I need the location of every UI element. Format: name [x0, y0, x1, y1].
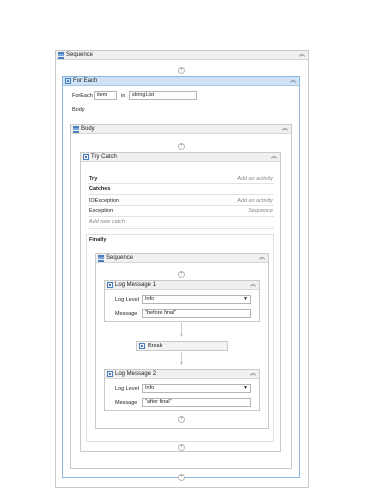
- collapse-icon[interactable]: ︽: [250, 282, 256, 289]
- body-label: Body: [72, 107, 85, 113]
- divider: [88, 216, 274, 217]
- log-level-label: Log Level: [115, 386, 139, 392]
- try-drop-hint[interactable]: Add an activity: [215, 176, 273, 182]
- message-label: Message: [115, 400, 138, 406]
- finally-sequence-title: Sequence: [106, 255, 134, 261]
- log-level-label: Log Level: [115, 297, 139, 303]
- finally-label: Finally: [89, 237, 107, 243]
- try-label: Try: [89, 176, 98, 182]
- item-variable-input[interactable]: item: [94, 91, 117, 100]
- in-label: in: [121, 93, 126, 99]
- add-activity-plus-icon[interactable]: +: [178, 143, 185, 150]
- divider: [88, 183, 274, 184]
- sequence-icon: [58, 51, 64, 59]
- log-level-value: Info: [145, 385, 155, 391]
- foreach-icon: [65, 78, 71, 84]
- collapse-icon[interactable]: ︽: [290, 78, 296, 85]
- catch-exception[interactable]: Exception: [89, 208, 113, 214]
- divider: [88, 228, 274, 229]
- sequence-header[interactable]: Sequence ︽: [56, 51, 308, 60]
- collapse-icon[interactable]: ︽: [259, 255, 265, 262]
- add-activity-plus-icon[interactable]: +: [178, 474, 185, 481]
- catch-hint[interactable]: Sequence: [215, 208, 273, 214]
- foreach-title: For Each: [73, 78, 98, 84]
- log-level-value: Info: [145, 296, 155, 302]
- break-icon: [139, 343, 145, 349]
- arrow-down-icon: ▼: [179, 333, 184, 339]
- message-input[interactable]: "before final": [142, 309, 251, 318]
- divider: [88, 194, 274, 195]
- log-message-icon: [107, 371, 113, 377]
- log-level-select[interactable]: Info ▼: [142, 295, 251, 304]
- catch-hint[interactable]: Add an activity: [215, 198, 273, 204]
- body-title: Body: [81, 126, 95, 132]
- sequence-title: Sequence: [66, 52, 94, 58]
- collapse-icon[interactable]: ︽: [250, 371, 256, 378]
- log-message-2-title: Log Message 2: [115, 371, 157, 377]
- trycatch-title: Try Catch: [91, 154, 117, 160]
- foreach-header[interactable]: For Each ︽: [63, 77, 299, 86]
- add-new-catch-link[interactable]: Add new catch: [89, 219, 125, 225]
- add-activity-plus-icon[interactable]: +: [178, 416, 185, 423]
- break-title: Break: [148, 343, 163, 349]
- trycatch-header[interactable]: Try Catch ︽: [81, 153, 280, 162]
- sequence-icon: [73, 125, 79, 133]
- log-message-2-header[interactable]: Log Message 2 ︽: [105, 370, 259, 379]
- message-input[interactable]: "after final": [142, 398, 251, 407]
- values-input[interactable]: stringList: [129, 91, 197, 100]
- collapse-icon[interactable]: ︽: [282, 126, 288, 133]
- collapse-icon[interactable]: ︽: [299, 52, 305, 59]
- message-label: Message: [115, 311, 138, 317]
- add-activity-plus-icon[interactable]: +: [178, 67, 185, 74]
- foreach-label: ForEach: [72, 93, 93, 99]
- catch-exception[interactable]: IOException: [89, 198, 119, 204]
- chevron-down-icon: ▼: [243, 296, 248, 302]
- log-message-1-header[interactable]: Log Message 1 ︽: [105, 281, 259, 290]
- sequence-icon: [98, 254, 104, 262]
- divider: [88, 205, 274, 206]
- log-message-icon: [107, 282, 113, 288]
- add-activity-plus-icon[interactable]: +: [178, 444, 185, 451]
- chevron-down-icon: ▼: [243, 385, 248, 391]
- log-level-select[interactable]: Info ▼: [142, 384, 251, 393]
- collapse-icon[interactable]: ︽: [271, 154, 277, 161]
- catches-label: Catches: [89, 186, 111, 192]
- log-message-1-title: Log Message 1: [115, 282, 157, 288]
- trycatch-icon: [83, 154, 89, 160]
- add-activity-plus-icon[interactable]: +: [178, 271, 185, 278]
- body-header[interactable]: Body ︽: [71, 125, 291, 134]
- finally-sequence-header[interactable]: Sequence ︽: [96, 254, 268, 263]
- arrow-down-icon: ▼: [179, 361, 184, 367]
- break-activity[interactable]: Break: [136, 341, 228, 351]
